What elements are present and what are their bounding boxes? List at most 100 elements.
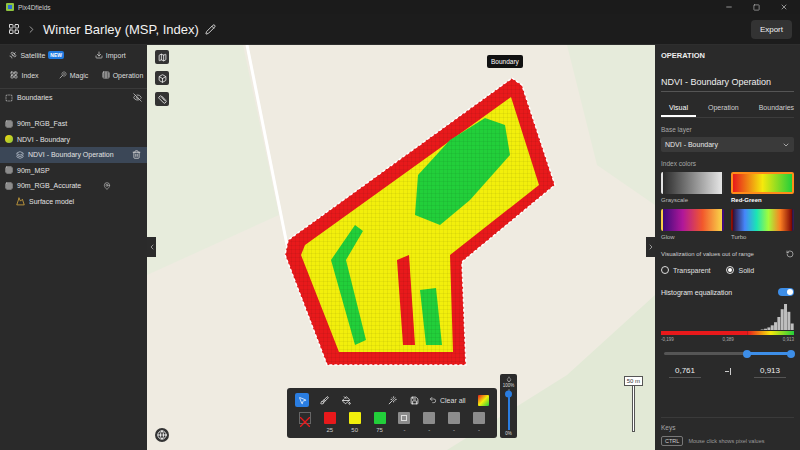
- palette-cell[interactable]: -: [394, 412, 414, 434]
- color-map-swatch[interactable]: [731, 209, 794, 231]
- no-class-swatch[interactable]: [299, 412, 311, 424]
- palette-cell[interactable]: [295, 412, 315, 434]
- tool-button[interactable]: Operation: [98, 71, 147, 79]
- palette-cell[interactable]: -: [444, 412, 464, 434]
- palette-cell[interactable]: 25: [320, 412, 340, 434]
- histogram-bar: [704, 330, 707, 331]
- map-tool-button[interactable]: [155, 71, 169, 85]
- class-swatch[interactable]: [423, 412, 435, 424]
- histogram-bar: [774, 322, 777, 330]
- index-icon: [10, 71, 18, 79]
- base-layer-select[interactable]: NDVI - Boundary: [661, 137, 794, 152]
- tool-button[interactable]: Import: [74, 51, 148, 59]
- histogram-bar: [721, 330, 724, 331]
- class-swatch[interactable]: [374, 412, 386, 424]
- opacity-knob[interactable]: [505, 390, 512, 397]
- map-tool-button[interactable]: [155, 50, 169, 64]
- visibility-toggle[interactable]: [133, 93, 142, 102]
- tool-button[interactable]: Index: [0, 71, 49, 79]
- draw-tool-button[interactable]: [317, 393, 331, 407]
- radio-button[interactable]: [726, 266, 734, 274]
- palette-cell[interactable]: -: [419, 412, 439, 434]
- color-map-option[interactable]: Red-Green: [731, 172, 794, 205]
- radio-button[interactable]: [661, 266, 669, 274]
- layer-name: NDVI - Boundary: [17, 136, 70, 143]
- opacity-slider[interactable]: 100%0%: [500, 374, 517, 438]
- pin-icon[interactable]: [103, 182, 111, 190]
- radio-option[interactable]: Solid: [726, 266, 754, 274]
- eye-off-icon: [133, 93, 142, 102]
- gradient-toggle[interactable]: [478, 395, 489, 406]
- class-swatch[interactable]: [349, 412, 361, 424]
- map-view[interactable]: BoundaryClear all255075----100%0%50 m: [147, 45, 655, 450]
- class-swatch[interactable]: [324, 412, 336, 424]
- class-swatch[interactable]: [473, 412, 485, 424]
- radio-option[interactable]: Transparent: [661, 266, 710, 274]
- histogram-equalization-row: Histogram equalization: [661, 288, 794, 296]
- map-tool-button[interactable]: [155, 92, 169, 106]
- layer-item[interactable]: NDVI - Boundary Operation: [0, 147, 147, 163]
- panel-tab[interactable]: Visual: [661, 100, 696, 117]
- histogram-bar: [734, 330, 737, 331]
- boundaries-label: Boundaries: [17, 94, 52, 101]
- layer-item[interactable]: 90m_MSP: [0, 163, 147, 179]
- range-min-field[interactable]: 0,761: [669, 364, 701, 378]
- export-button[interactable]: Export: [751, 20, 792, 39]
- color-map-option[interactable]: Glow: [661, 209, 724, 242]
- collapse-right-handle[interactable]: [646, 237, 655, 257]
- opacity-track[interactable]: [508, 389, 510, 430]
- panel-tab[interactable]: Operation: [700, 100, 747, 117]
- app-logo-icon: [6, 3, 14, 11]
- range-min-thumb[interactable]: [743, 350, 751, 358]
- layer-list: 90m_RGB_Fast NDVI - Boundary NDVI - Bounda…: [0, 106, 147, 209]
- field-boundary[interactable]: [285, 78, 555, 365]
- range-slider[interactable]: [664, 352, 791, 355]
- palette-cell[interactable]: 75: [370, 412, 390, 434]
- header-bar: Winter Barley (MSP, Index)Export: [0, 14, 800, 45]
- apps-grid-icon[interactable]: [8, 23, 20, 35]
- index-layer-icon: [5, 135, 13, 143]
- layer-name: 90m_MSP: [17, 167, 50, 174]
- panel-tab[interactable]: Boundaries: [751, 100, 800, 117]
- color-map-swatch[interactable]: [661, 209, 724, 231]
- 3d-view-icon: [158, 74, 167, 83]
- operation-icon: [102, 71, 110, 79]
- tool-button[interactable]: SatelliteNEW: [0, 51, 74, 59]
- layer-item[interactable]: Surface model: [0, 194, 147, 210]
- edit-pencil-icon[interactable]: [205, 24, 216, 35]
- globe-button[interactable]: [155, 428, 169, 442]
- close-icon[interactable]: [780, 3, 788, 11]
- class-swatch[interactable]: [398, 412, 410, 424]
- color-map-option[interactable]: Grayscale: [661, 172, 724, 205]
- delete-layer-button[interactable]: [132, 150, 141, 159]
- clear-all-button[interactable]: Clear all: [429, 396, 466, 404]
- palette-cell[interactable]: -: [469, 412, 489, 434]
- layer-item[interactable]: 90m_RGB_Accurate: [0, 178, 147, 194]
- collapse-left-handle[interactable]: [147, 237, 156, 257]
- histogram-bar: [681, 330, 684, 331]
- range-max-thumb[interactable]: [787, 350, 795, 358]
- draw-tool-button[interactable]: [339, 393, 353, 407]
- switch-knob: [787, 289, 793, 295]
- class-swatch[interactable]: [448, 412, 460, 424]
- layer-item[interactable]: 90m_RGB_Fast: [0, 116, 147, 132]
- draw-tool-button[interactable]: [295, 393, 309, 407]
- operation-name-field[interactable]: NDVI - Boundary Operation: [661, 73, 794, 92]
- minimize-icon[interactable]: [725, 3, 733, 11]
- tool-row: SatelliteNEWImport: [0, 45, 147, 65]
- draw-tool-button[interactable]: [385, 393, 399, 407]
- histogram-switch[interactable]: [778, 288, 794, 296]
- range-max-field[interactable]: 0,913: [754, 364, 786, 378]
- range-fill: [747, 352, 791, 355]
- palette-cell[interactable]: 50: [345, 412, 365, 434]
- tool-button[interactable]: Magic: [49, 71, 98, 79]
- reset-icon[interactable]: [786, 250, 794, 258]
- color-map-option[interactable]: Turbo: [731, 209, 794, 242]
- color-map-swatch[interactable]: [661, 172, 724, 194]
- layer-name: 90m_RGB_Fast: [17, 120, 67, 127]
- draw-tool-button[interactable]: [407, 393, 421, 407]
- color-map-swatch[interactable]: [731, 172, 794, 194]
- boundaries-row[interactable]: Boundaries: [0, 88, 147, 106]
- maximize-icon[interactable]: [753, 4, 760, 11]
- layer-item[interactable]: NDVI - Boundary: [0, 132, 147, 148]
